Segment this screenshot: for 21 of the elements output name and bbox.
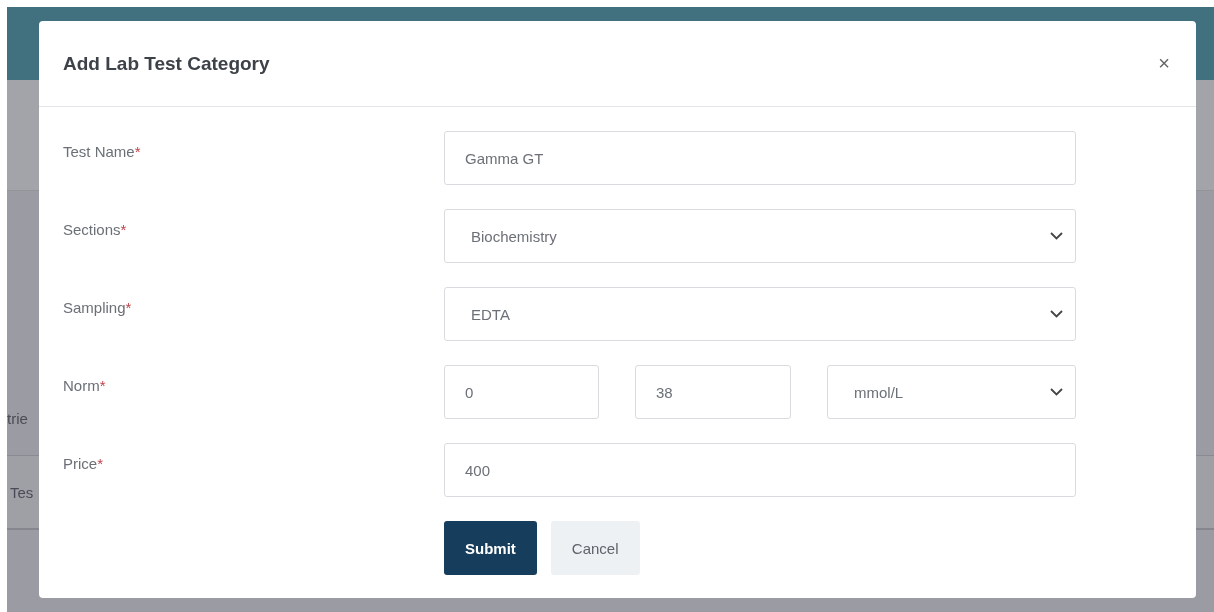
cancel-button[interactable]: Cancel	[550, 521, 640, 575]
close-button[interactable]: ×	[1154, 52, 1174, 75]
field-label: Sections*	[63, 220, 128, 238]
field-label: Norm*	[63, 376, 107, 394]
entries-text: trie	[7, 410, 28, 429]
text-field[interactable]: 38	[635, 365, 791, 419]
dropdown[interactable]: EDTA	[444, 287, 1076, 341]
chevron-down-icon	[1050, 310, 1063, 318]
field-label: Test Name*	[63, 142, 142, 160]
text-field[interactable]: 0	[444, 365, 599, 419]
text-field[interactable]: Gamma GT	[444, 131, 1076, 185]
submit-button[interactable]: Submit	[444, 521, 537, 575]
dialog-title: Add Lab Test Category	[63, 52, 270, 75]
chevron-down-icon	[1050, 388, 1063, 396]
chevron-down-icon	[1050, 232, 1063, 240]
text-field[interactable]: 400	[444, 443, 1076, 497]
dropdown[interactable]: Biochemistry	[444, 209, 1076, 263]
column-header: Tes	[10, 483, 34, 501]
dropdown[interactable]: mmol/L	[827, 365, 1076, 419]
field-label: Sampling*	[63, 298, 133, 316]
field-label: Price*	[63, 454, 105, 472]
